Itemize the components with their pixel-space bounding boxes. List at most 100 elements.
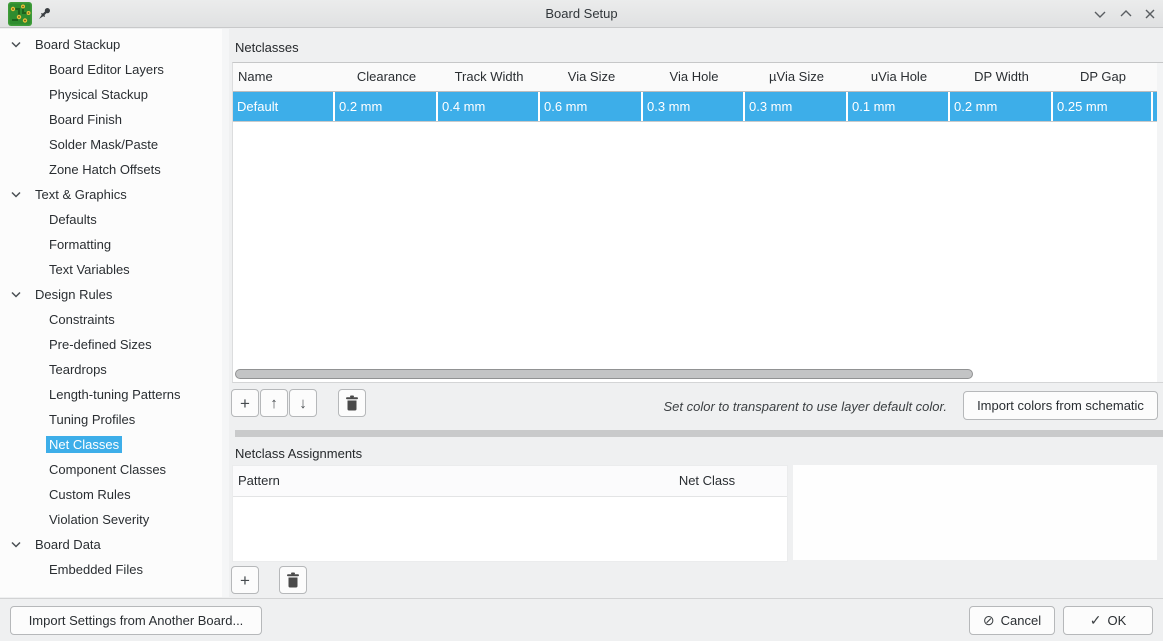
cancel-icon: ⊘ [983, 612, 995, 629]
sidebar-item-label: Board Editor Layers [46, 61, 167, 78]
move-netclass-up-button[interactable]: ↑ [260, 389, 288, 417]
sidebar-item-solder-mask-paste[interactable]: Solder Mask/Paste [0, 132, 222, 157]
netclass-cell-track-width[interactable]: 0.4 mm [438, 92, 540, 121]
ok-button[interactable]: ✓ OK [1063, 606, 1153, 635]
sidebar-item-defaults[interactable]: Defaults [0, 207, 222, 232]
sidebar-item-text-variables[interactable]: Text Variables [0, 257, 222, 282]
netclass-cell-uvia-hole[interactable]: 0.1 mm [848, 92, 950, 121]
assignment-matches-panel [793, 465, 1157, 560]
sidebar-item-text-graphics[interactable]: Text & Graphics [0, 182, 222, 207]
sidebar-item-label: Constraints [46, 311, 118, 328]
pushpin-icon [36, 6, 52, 22]
sidebar-item-length-tuning-patterns[interactable]: Length-tuning Patterns [0, 382, 222, 407]
sidebar-item-violation-severity[interactable]: Violation Severity [0, 507, 222, 532]
column-header-pattern: Pattern [233, 466, 627, 496]
chevron-down-icon[interactable] [9, 538, 23, 552]
column-header-dp-gap: DP Gap [1053, 63, 1153, 91]
maximize-button[interactable] [1118, 6, 1134, 22]
sidebar-item-board-data[interactable]: Board Data [0, 532, 222, 557]
chevron-down-icon[interactable] [9, 38, 23, 52]
netclasses-header-row: Name Clearance Track Width Via Size Via … [233, 63, 1157, 92]
settings-tree: Board Stackup Board Editor Layers Physic… [0, 29, 222, 597]
plus-icon: + [240, 572, 250, 589]
sidebar-item-formatting[interactable]: Formatting [0, 232, 222, 257]
netclass-cell-name[interactable]: Default [233, 92, 335, 121]
add-netclass-button[interactable]: + [231, 389, 259, 417]
add-assignment-button[interactable]: + [231, 566, 259, 594]
sidebar-item-tuning-profiles[interactable]: Tuning Profiles [0, 407, 222, 432]
netclasses-horizontal-scrollbar[interactable] [233, 369, 1151, 380]
delete-assignment-button[interactable] [279, 566, 307, 594]
netclass-cell-via-size[interactable]: 0.6 mm [540, 92, 643, 121]
sidebar-item-board-editor-layers[interactable]: Board Editor Layers [0, 57, 222, 82]
netclass-cell-via-hole[interactable]: 0.3 mm [643, 92, 745, 121]
sidebar-item-design-rules[interactable]: Design Rules [0, 282, 222, 307]
sidebar-item-label: Design Rules [32, 286, 115, 303]
button-label: Import Settings from Another Board... [29, 613, 244, 628]
sidebar-item-board-finish[interactable]: Board Finish [0, 107, 222, 132]
column-header-clearance: Clearance [335, 63, 438, 91]
sidebar-item-label: Text Variables [46, 261, 133, 278]
sidebar-item-embedded-files[interactable]: Embedded Files [0, 557, 222, 582]
sidebar-item-pre-defined-sizes[interactable]: Pre-defined Sizes [0, 332, 222, 357]
column-header-uvia-size: µVia Size [745, 63, 848, 91]
sidebar-scrollbar[interactable] [222, 29, 229, 597]
sidebar-item-constraints[interactable]: Constraints [0, 307, 222, 332]
netclasses-section-title: Netclasses [235, 40, 299, 55]
button-label: Cancel [1001, 613, 1041, 628]
assignments-section-title: Netclass Assignments [235, 446, 362, 461]
column-header-via-hole: Via Hole [643, 63, 745, 91]
netclasses-grid: Name Clearance Track Width Via Size Via … [232, 62, 1163, 383]
cancel-button[interactable]: ⊘ Cancel [969, 606, 1055, 635]
color-hint-text: Set color to transparent to use layer de… [447, 399, 947, 414]
sidebar-item-net-classes[interactable]: Net Classes [0, 432, 222, 457]
sidebar-item-label: Physical Stackup [46, 86, 151, 103]
netclass-cell-uvia-size[interactable]: 0.3 mm [745, 92, 848, 121]
netclass-cell-dp-gap[interactable]: 0.25 mm [1053, 92, 1153, 121]
arrow-down-icon: ↓ [299, 396, 307, 411]
sidebar-item-label: Solder Mask/Paste [46, 136, 161, 153]
sidebar-item-label: Net Classes [46, 436, 122, 453]
splitter-sash[interactable] [235, 430, 1163, 437]
sidebar-item-teardrops[interactable]: Teardrops [0, 357, 222, 382]
sidebar-item-zone-hatch-offsets[interactable]: Zone Hatch Offsets [0, 157, 222, 182]
sidebar-item-custom-rules[interactable]: Custom Rules [0, 482, 222, 507]
sidebar-item-label: Defaults [46, 211, 100, 228]
close-button[interactable] [1142, 6, 1158, 22]
board-setup-dialog: Board Setup Board Stackup Board Editor L… [0, 0, 1163, 641]
kicad-pcbnew-app-icon [8, 2, 32, 26]
chevron-down-icon[interactable] [9, 288, 23, 302]
button-label: Import colors from schematic [977, 398, 1144, 413]
assignments-grid[interactable]: Pattern Net Class [232, 465, 788, 562]
move-netclass-down-button[interactable]: ↓ [289, 389, 317, 417]
column-header-via-size: Via Size [540, 63, 643, 91]
arrow-up-icon: ↑ [270, 396, 278, 411]
horizontal-scrollbar-thumb[interactable] [235, 369, 973, 379]
column-header-name: Name [233, 63, 335, 91]
sidebar-item-component-classes[interactable]: Component Classes [0, 457, 222, 482]
column-header-dp-width: DP Width [950, 63, 1053, 91]
sidebar-item-physical-stackup[interactable]: Physical Stackup [0, 82, 222, 107]
netclass-row-default[interactable]: Default 0.2 mm 0.4 mm 0.6 mm 0.3 mm 0.3 … [233, 92, 1157, 122]
sidebar-item-label: Text & Graphics [32, 186, 130, 203]
column-header-uvia-hole: uVia Hole [848, 63, 950, 91]
button-label: OK [1107, 613, 1126, 628]
sidebar-item-label: Length-tuning Patterns [46, 386, 184, 403]
netclasses-grid-viewport: Name Clearance Track Width Via Size Via … [233, 63, 1157, 382]
netclass-cell-clearance[interactable]: 0.2 mm [335, 92, 438, 121]
chevron-down-icon[interactable] [9, 188, 23, 202]
netclass-cell-dp-width[interactable]: 0.2 mm [950, 92, 1053, 121]
trash-icon [286, 572, 300, 588]
sidebar-item-board-stackup[interactable]: Board Stackup [0, 32, 222, 57]
column-header-track-width: Track Width [438, 63, 540, 91]
import-colors-from-schematic-button[interactable]: Import colors from schematic [963, 391, 1158, 420]
sidebar-item-label: Violation Severity [46, 511, 152, 528]
sidebar-item-label: Board Finish [46, 111, 125, 128]
window-title: Board Setup [200, 0, 963, 27]
delete-netclass-button[interactable] [338, 389, 366, 417]
sidebar-item-label: Teardrops [46, 361, 110, 378]
netclasses-vertical-scrollbar[interactable] [1157, 63, 1163, 382]
import-settings-button[interactable]: Import Settings from Another Board... [10, 606, 262, 635]
sidebar-item-label: Formatting [46, 236, 114, 253]
minimize-button[interactable] [1092, 6, 1108, 22]
